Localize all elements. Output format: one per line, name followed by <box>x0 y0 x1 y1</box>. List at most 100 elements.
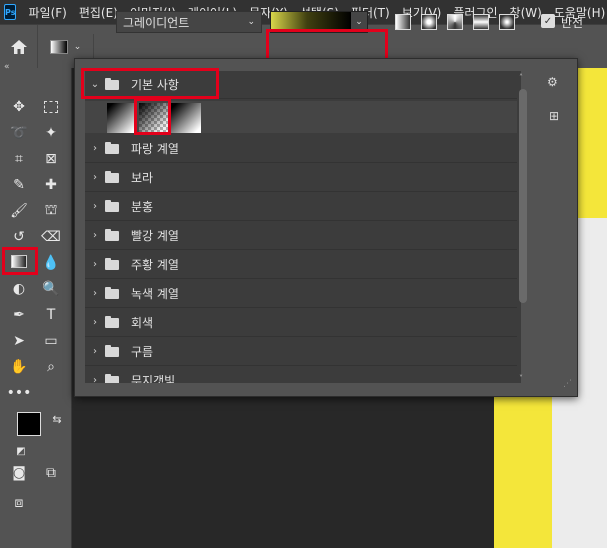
gradient-thumbnail-fg-transparent[interactable] <box>139 103 169 133</box>
tool-preset-picker[interactable]: ⌄ <box>38 33 94 60</box>
diamond-gradient-button[interactable] <box>499 14 515 30</box>
reflected-gradient-button[interactable] <box>473 14 489 30</box>
chevron-right-icon: › <box>93 201 97 212</box>
lasso-tool-icon[interactable]: ➰ <box>8 122 30 144</box>
gradient-picker-panel: ⌄ 기본 사항 › 파랑 계열 › 보라 › 분홍 › 빨강 계열 › 주황 계… <box>74 58 578 397</box>
folder-icon <box>105 170 119 183</box>
quick-mask-icon[interactable]: ◙ <box>8 462 30 484</box>
more-tools-icon[interactable]: ••• <box>7 382 32 404</box>
gradient-group-label: 주황 계열 <box>131 258 179 272</box>
folder-icon <box>105 228 119 241</box>
gradient-group-2[interactable]: › 분홍 <box>85 193 517 221</box>
gradient-group-3[interactable]: › 빨강 계열 <box>85 222 517 250</box>
frame-tool-icon[interactable]: ⊠ <box>40 148 62 170</box>
edit-toolbar-icon[interactable]: ⧈ <box>8 492 30 514</box>
scroll-down-icon[interactable]: ˅ <box>519 374 523 383</box>
blur-tool-icon[interactable]: 💧 <box>40 252 62 274</box>
document-white-region-top <box>577 218 607 398</box>
reverse-label: 반전 <box>561 16 584 30</box>
chevron-right-icon: › <box>93 172 97 183</box>
folder-open-icon <box>105 77 119 90</box>
chevron-down-icon: ⌄ <box>90 79 100 90</box>
swap-colors-icon[interactable]: ⇆ <box>46 408 68 430</box>
foreground-color-swatch[interactable] <box>17 412 41 436</box>
gradient-group-label: 빨강 계열 <box>131 229 179 243</box>
gradient-preview[interactable] <box>271 12 351 32</box>
eyedropper-tool-icon[interactable]: ✎ <box>8 174 30 196</box>
healing-brush-tool-icon[interactable]: ✚ <box>40 174 62 196</box>
hand-tool-icon[interactable]: ✋ <box>8 356 30 378</box>
angle-gradient-button[interactable] <box>447 14 463 30</box>
type-tool-icon[interactable]: T <box>40 304 62 326</box>
folder-icon <box>105 286 119 299</box>
collapse-toolbar-icon[interactable]: « <box>4 62 10 72</box>
chevron-right-icon: › <box>93 230 97 241</box>
gradient-group-5[interactable]: › 녹색 계열 <box>85 280 517 308</box>
zoom-tool-icon[interactable]: ⌕ <box>40 356 62 378</box>
gradient-group-label: 구름 <box>131 345 154 359</box>
eraser-tool-icon[interactable]: ⌫ <box>40 226 62 248</box>
gradient-group-label: 분홍 <box>131 200 154 214</box>
chevron-right-icon: › <box>93 143 97 154</box>
screen-mode-icon[interactable]: ⧉ <box>40 462 62 484</box>
magic-wand-tool-icon[interactable]: ✦ <box>40 122 62 144</box>
gradient-group-1[interactable]: › 보라 <box>85 164 517 192</box>
preset-select[interactable]: 그레이디언트 ⌄ <box>116 11 262 33</box>
linear-gradient-button[interactable] <box>395 14 411 30</box>
radial-gradient-button[interactable] <box>421 14 437 30</box>
chevron-down-icon: ⌄ <box>73 41 82 52</box>
gradient-thumbnails-row <box>85 101 517 133</box>
gradient-group-4[interactable]: › 주황 계열 <box>85 251 517 279</box>
gradient-thumbnail-black-white[interactable] <box>171 103 201 133</box>
gradient-group-label: 무지갯빛 <box>131 374 176 383</box>
chevron-down-icon: ⌄ <box>247 17 255 27</box>
chevron-right-icon: › <box>93 346 97 357</box>
document-yellow-region-top <box>577 68 607 218</box>
folder-icon <box>105 141 119 154</box>
chevron-right-icon: › <box>93 317 97 328</box>
photoshop-logo-icon: Ps <box>4 4 17 20</box>
gradient-group-basics[interactable]: ⌄ 기본 사항 <box>85 71 517 99</box>
pen-tool-icon[interactable]: ✒ <box>8 304 30 326</box>
gradient-thumbnail-fg-bg[interactable] <box>107 103 137 133</box>
path-selection-tool-icon[interactable]: ➤ <box>8 330 30 352</box>
resize-grip-icon[interactable]: ⋰ <box>563 379 572 389</box>
gradient-group-6[interactable]: › 회색 <box>85 309 517 337</box>
folder-icon <box>105 315 119 328</box>
gradient-picker[interactable]: ⌄ <box>270 11 368 33</box>
history-brush-tool-icon[interactable]: ↺ <box>8 226 30 248</box>
rectangle-tool-icon[interactable]: ▭ <box>40 330 62 352</box>
gradient-dropdown-button[interactable]: ⌄ <box>351 12 367 32</box>
gradient-group-8[interactable]: › 무지갯빛 <box>85 367 517 383</box>
gradient-list-scrollbar[interactable]: ˄ ˅ <box>517 73 529 383</box>
document-white-region <box>552 397 607 548</box>
marquee-tool-icon[interactable] <box>40 96 62 118</box>
crop-tool-icon[interactable]: ⌗ <box>8 148 30 170</box>
gradient-group-label: 파랑 계열 <box>131 142 179 156</box>
gradient-tool-icon[interactable] <box>8 250 30 272</box>
scroll-up-icon[interactable]: ˄ <box>519 73 523 82</box>
brush-tool-icon[interactable]: 🖌 <box>8 200 30 222</box>
sponge-tool-icon[interactable]: 🔍 <box>40 278 62 300</box>
folder-icon <box>105 373 119 383</box>
scrollbar-thumb[interactable] <box>519 89 527 303</box>
gradient-group-0[interactable]: › 파랑 계열 <box>85 135 517 163</box>
gradient-group-label: 보라 <box>131 171 154 185</box>
folder-icon <box>105 257 119 270</box>
preset-select-value: 그레이디언트 <box>123 15 190 30</box>
gradient-group-label: 회색 <box>131 316 154 330</box>
new-gradient-icon[interactable]: ⊞ <box>549 109 559 123</box>
clone-stamp-tool-icon[interactable]: ⛫ <box>40 200 62 222</box>
tools-panel: « ✥ ➰ ✦ ⌗ ⊠ ✎ ✚ 🖌 ⛫ ↺ ⌫ 💧 ◐ 🔍 ✒ T ➤ ▭ ✋ … <box>0 62 72 548</box>
default-colors-icon[interactable]: ◩ <box>10 440 32 462</box>
gradient-list: ⌄ 기본 사항 › 파랑 계열 › 보라 › 분홍 › 빨강 계열 › 주황 계… <box>85 71 521 383</box>
gradient-group-7[interactable]: › 구름 <box>85 338 517 366</box>
menu-file[interactable]: 파일(F) <box>22 4 72 21</box>
gear-icon[interactable]: ⚙ <box>547 75 558 89</box>
gradient-group-label: 녹색 계열 <box>131 287 179 301</box>
reverse-checkbox[interactable]: ✓ <box>541 14 555 28</box>
dodge-tool-icon[interactable]: ◐ <box>8 278 30 300</box>
folder-icon <box>105 344 119 357</box>
move-tool-icon[interactable]: ✥ <box>8 96 30 118</box>
document-yellow-strip <box>494 397 552 548</box>
